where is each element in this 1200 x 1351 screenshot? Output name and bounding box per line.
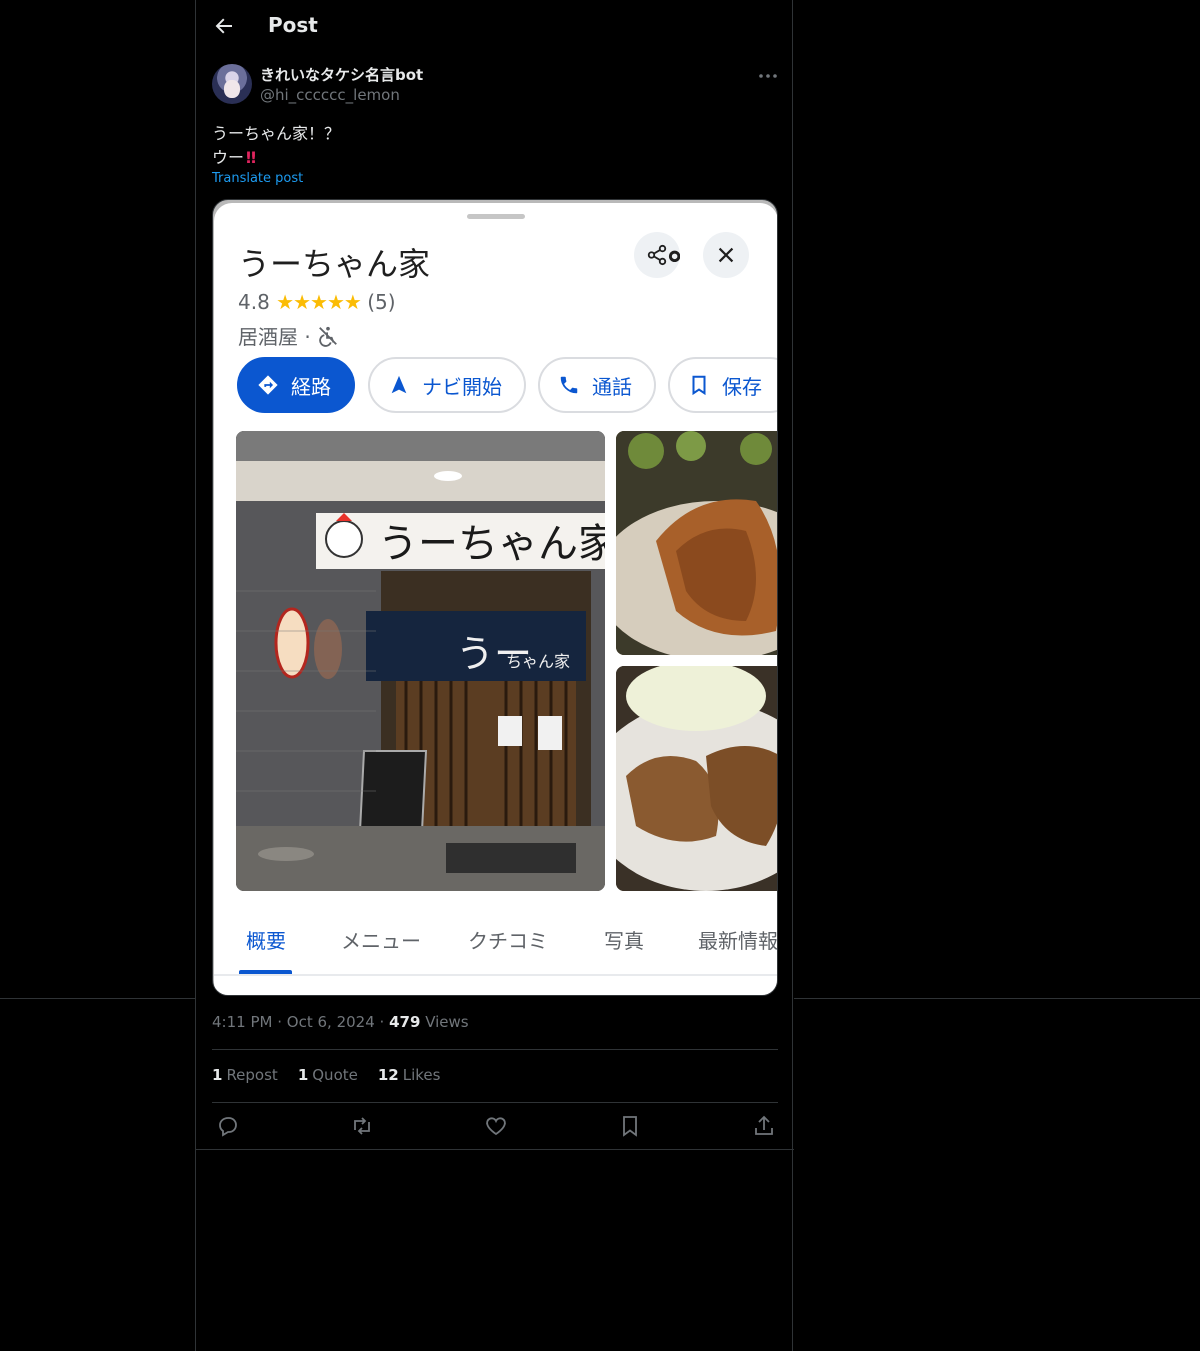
place-name: うーちゃん家 <box>238 245 431 283</box>
tab-reviews: クチコミ <box>468 929 548 953</box>
reposts-stat[interactable]: 1 Repost <box>212 1066 278 1084</box>
tab-overview: 概要 <box>246 929 286 953</box>
storefront-photo: うーちゃん家 うー ちゃん家 <box>236 431 605 891</box>
star-rating-icon: ★★★★★ <box>276 290 362 314</box>
bookmark-icon <box>692 375 706 396</box>
rating-value: 4.8 <box>238 290 270 314</box>
save-label: 保存 <box>722 374 762 399</box>
navigation-arrow-icon <box>391 375 407 394</box>
tab-photos: 写真 <box>604 929 644 953</box>
views-label: Views <box>425 1013 469 1031</box>
post-text-main: ウー <box>212 148 245 167</box>
post-text-line-2: ウー ‼ <box>212 144 256 168</box>
tab-menu: メニュー <box>341 929 421 953</box>
call-chip: 通話 <box>538 357 656 413</box>
post-date[interactable]: Oct 6, 2024 <box>287 1013 375 1031</box>
share-icon[interactable] <box>752 1114 776 1138</box>
like-heart-icon[interactable] <box>484 1114 508 1138</box>
maps-place-sheet: うーちゃん家 4.8 ★★★★★ (5) 居酒屋 · 経路 ナビ開始 通話 保存… <box>214 203 778 995</box>
likes-count: 12 <box>377 1066 399 1084</box>
reply-icon[interactable] <box>216 1114 240 1138</box>
reposts-label: Repost <box>226 1066 278 1084</box>
likes-label: Likes <box>402 1066 441 1084</box>
engagement-stats: 1 Repost 1 Quote 12 Likes <box>212 1066 440 1084</box>
directions-chip: 経路 <box>237 357 355 413</box>
post-header: Post <box>196 0 794 53</box>
share-glyph-icon <box>647 244 667 266</box>
quotes-label: Quote <box>312 1066 358 1084</box>
close-icon <box>718 247 734 263</box>
maps-tab-bar: 概要 メニュー クチコミ 写真 最新情報 <box>214 903 778 974</box>
navigate-chip: ナビ開始 <box>368 357 526 413</box>
bookmark-icon[interactable] <box>618 1114 642 1138</box>
review-count: (5) <box>367 290 396 314</box>
post-time[interactable]: 4:11 PM <box>212 1013 272 1031</box>
post-meta: 4:11 PM · Oct 6, 2024 · 479 Views <box>212 1013 469 1031</box>
drag-handle <box>467 214 525 219</box>
left-divider <box>0 998 195 999</box>
reposts-count: 1 <box>212 1066 223 1084</box>
double-exclamation-emoji: ‼ <box>246 148 256 167</box>
author-handle[interactable]: @hi_cccccc_lemon <box>260 86 400 104</box>
meta-separator: · <box>277 1013 283 1031</box>
divider <box>196 1149 794 1150</box>
food-photo-tebasaki <box>616 666 777 891</box>
category-label: 居酒屋 · <box>238 325 318 349</box>
divider <box>212 1102 778 1103</box>
shop-sign-text: うーちゃん家 <box>378 521 605 567</box>
directions-label: 経路 <box>291 374 331 399</box>
rating-row: 4.8 ★★★★★ (5) <box>238 290 396 314</box>
tab-divider <box>214 974 777 976</box>
noren-small-text: ちゃん家 <box>506 652 570 671</box>
post-image[interactable]: うーちゃん家 4.8 ★★★★★ (5) 居酒屋 · 経路 ナビ開始 通話 保存… <box>212 199 778 996</box>
category-row: 居酒屋 · <box>238 321 339 350</box>
save-chip: 保存 <box>668 357 777 413</box>
food-photo-wings <box>616 431 777 655</box>
no-wheelchair-icon <box>319 326 337 347</box>
call-label: 通話 <box>592 374 632 399</box>
repost-icon[interactable] <box>350 1114 374 1138</box>
navigate-label: ナビ開始 <box>422 374 502 399</box>
back-arrow-icon[interactable] <box>212 14 236 38</box>
quotes-stat[interactable]: 1 Quote <box>298 1066 358 1084</box>
translate-post-link[interactable]: Translate post <box>212 171 303 186</box>
divider <box>212 1049 778 1050</box>
page-title: Post <box>268 13 318 37</box>
right-divider <box>794 998 1200 999</box>
main-column: Post きれいなタケシ名言bot @hi_cccccc_lemon うーちゃん… <box>195 0 794 1351</box>
more-options-icon[interactable] <box>756 64 780 88</box>
quotes-count: 1 <box>297 1066 309 1084</box>
phone-icon <box>560 376 578 394</box>
likes-stat[interactable]: 12 Likes <box>378 1066 441 1084</box>
tab-updates: 最新情報 <box>698 929 778 953</box>
avatar[interactable] <box>212 64 252 104</box>
author-name[interactable]: きれいなタケシ名言bot <box>260 64 423 85</box>
directions-icon <box>258 375 278 395</box>
meta-separator: · <box>379 1013 385 1031</box>
post-text-line-1: うーちゃん家！？ <box>212 124 341 143</box>
views-count: 479 <box>389 1013 421 1031</box>
